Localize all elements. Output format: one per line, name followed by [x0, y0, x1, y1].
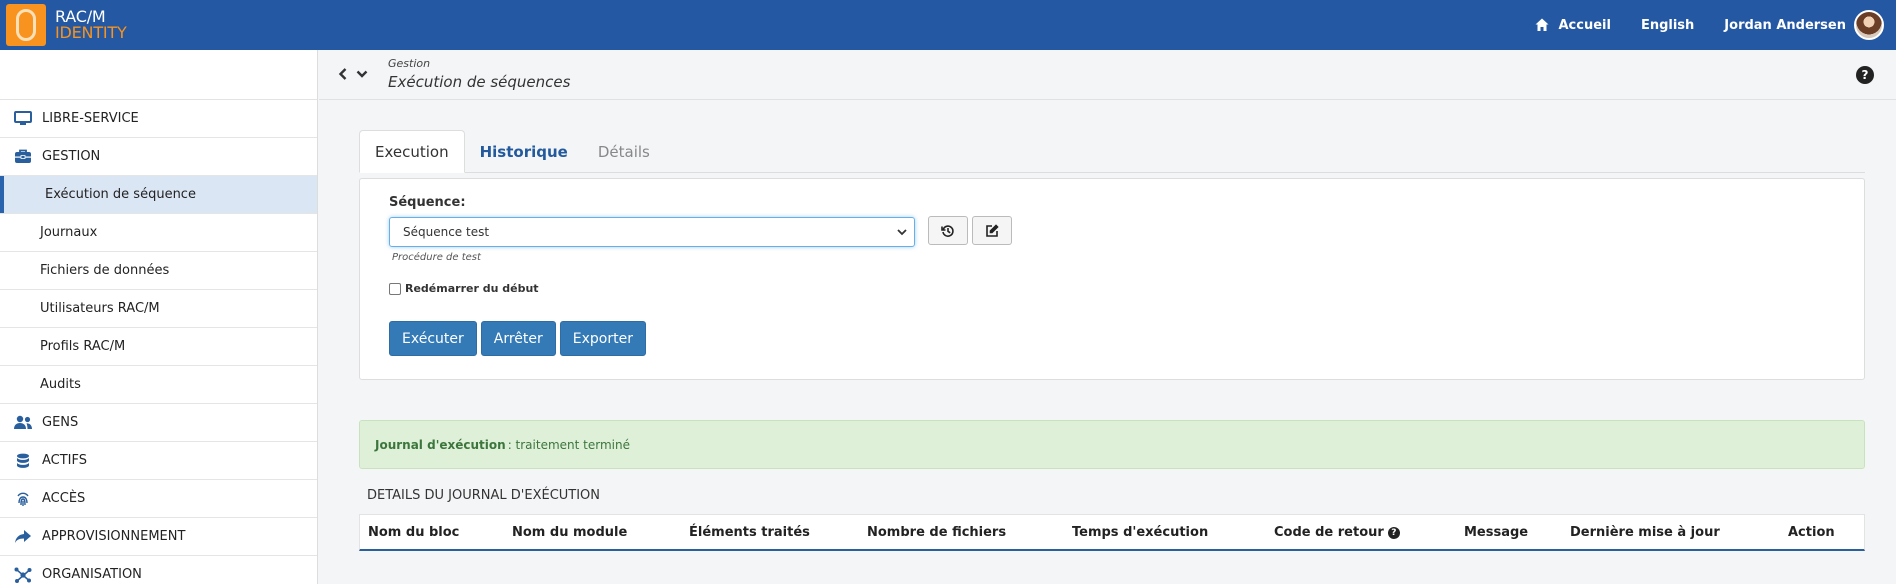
sequence-hint: Procédure de test [392, 252, 481, 263]
database-icon [13, 453, 33, 469]
edit-icon [986, 223, 999, 237]
network-icon [13, 567, 33, 583]
sidebar-item-audits[interactable]: Audits [0, 366, 317, 404]
sidebar-item-fichiers-donnees[interactable]: Fichiers de données [0, 252, 317, 290]
status-alert: Journal d'exécution : traitement terminé [359, 420, 1865, 469]
history-button[interactable] [928, 216, 968, 245]
sidebar-item-utilisateurs[interactable]: Utilisateurs RAC/M [0, 290, 317, 328]
sidebar-item-acces[interactable]: ACCÈS [0, 480, 317, 518]
execution-panel: Séquence: Séquence test Procédure de tes… [359, 178, 1865, 380]
brand-line2: IDENTITY [55, 23, 127, 42]
logo-mark-icon [6, 4, 46, 46]
history-icon [941, 224, 954, 237]
sidebar-item-gens[interactable]: GENS [0, 404, 317, 442]
details-title: DETAILS DU JOURNAL D'EXÉCUTION [367, 488, 601, 503]
question-icon[interactable]: ? [1387, 526, 1400, 539]
toolbox-icon [13, 149, 33, 165]
sequence-label: Séquence: [389, 195, 466, 210]
export-button[interactable]: Exporter [559, 321, 646, 356]
column-header[interactable]: Nombre de fichiers [867, 525, 1006, 540]
users-icon [13, 415, 33, 431]
sidebar-item-label: LIBRE-SERVICE [42, 111, 139, 126]
user-name: Jordan Andersen [1724, 17, 1846, 33]
fingerprint-icon [13, 491, 33, 507]
page-title: Exécution de séquences [388, 73, 571, 91]
column-header[interactable]: Nom du bloc [368, 525, 459, 540]
sequence-select[interactable]: Séquence test [389, 217, 915, 247]
brand-logo[interactable]: RAC/M IDENTITY [6, 4, 127, 46]
tab-details[interactable]: Détails [583, 130, 665, 173]
sidebar-item-label: ACTIFS [42, 453, 88, 468]
sidebar-item-label: Utilisateurs RAC/M [40, 301, 160, 316]
sidebar-item-label: APPROVISIONNEMENT [42, 529, 186, 544]
sidebar-item-label: ORGANISATION [42, 567, 142, 582]
main-content: Gestion Exécution de séquences ? Executi… [319, 50, 1896, 584]
chevron-left-icon[interactable] [337, 66, 349, 82]
nav-language-link[interactable]: English [1641, 18, 1694, 33]
share-icon [13, 529, 33, 545]
details-table-header: Nom du bloc Nom du module Éléments trait… [359, 514, 1865, 551]
sidebar-item-profils[interactable]: Profils RAC/M [0, 328, 317, 366]
sidebar-item-label: GENS [42, 415, 79, 430]
tab-historique[interactable]: Historique [465, 130, 583, 173]
column-header-label: Code de retour [1274, 525, 1384, 540]
sidebar: LIBRE-SERVICE GESTION Exécution de séque… [0, 50, 318, 584]
sequence-select-value: Séquence test [403, 225, 490, 239]
sidebar-item-journaux[interactable]: Journaux [0, 214, 317, 252]
tab-execution[interactable]: Execution [359, 130, 465, 173]
column-header[interactable]: Éléments traités [689, 525, 810, 540]
chevron-down-icon [897, 229, 907, 236]
sidebar-item-execution-sequence[interactable]: Exécution de séquence [0, 176, 317, 214]
monitor-icon [13, 111, 33, 127]
nav-home-label: Accueil [1558, 17, 1611, 33]
alert-label: Journal d'exécution [375, 437, 506, 452]
nav-language-label: English [1640, 17, 1695, 33]
user-menu[interactable]: Jordan Andersen [1724, 10, 1884, 40]
stop-button[interactable]: Arrêter [480, 321, 556, 356]
avatar [1854, 10, 1884, 40]
sidebar-item-label: Audits [40, 377, 81, 392]
tab-bar: Execution Historique Détails [359, 130, 1865, 173]
column-header[interactable]: Temps d'exécution [1072, 525, 1208, 540]
nav-home-link[interactable]: Accueil [1534, 17, 1611, 33]
edit-button[interactable] [972, 216, 1012, 245]
sidebar-item-approvisionnement[interactable]: APPROVISIONNEMENT [0, 518, 317, 556]
breadcrumb: Gestion Exécution de séquences ? [319, 50, 1896, 100]
sidebar-item-label: Fichiers de données [40, 263, 170, 278]
column-header[interactable]: Message [1464, 525, 1528, 540]
sidebar-item-label: Profils RAC/M [40, 339, 126, 354]
help-icon[interactable]: ? [1856, 66, 1874, 84]
sidebar-item-actifs[interactable]: ACTIFS [0, 442, 317, 480]
sidebar-header [0, 50, 317, 100]
restart-label[interactable]: Redémarrer du début [405, 282, 539, 295]
column-header[interactable]: Nom du module [512, 525, 627, 540]
sidebar-item-libre-service[interactable]: LIBRE-SERVICE [0, 100, 317, 138]
chevron-down-icon[interactable] [355, 66, 369, 82]
sidebar-item-label: ACCÈS [42, 491, 86, 506]
column-header[interactable]: Action [1788, 525, 1835, 540]
restart-checkbox[interactable] [389, 282, 401, 295]
home-icon [1535, 18, 1549, 31]
sidebar-item-label: Exécution de séquence [45, 187, 196, 202]
alert-text: : traitement terminé [507, 437, 630, 452]
execute-button[interactable]: Exécuter [389, 321, 477, 356]
column-header[interactable]: Dernière mise à jour [1570, 525, 1720, 540]
sidebar-item-label: GESTION [42, 149, 101, 164]
sidebar-item-gestion[interactable]: GESTION [0, 138, 317, 176]
breadcrumb-parent[interactable]: Gestion [388, 57, 430, 70]
top-navbar: RAC/M IDENTITY Accueil English Jordan An… [0, 0, 1896, 50]
sidebar-item-organisation[interactable]: ORGANISATION [0, 556, 317, 584]
column-header-code[interactable]: Code de retour ? [1274, 525, 1400, 540]
sidebar-item-label: Journaux [40, 225, 98, 240]
